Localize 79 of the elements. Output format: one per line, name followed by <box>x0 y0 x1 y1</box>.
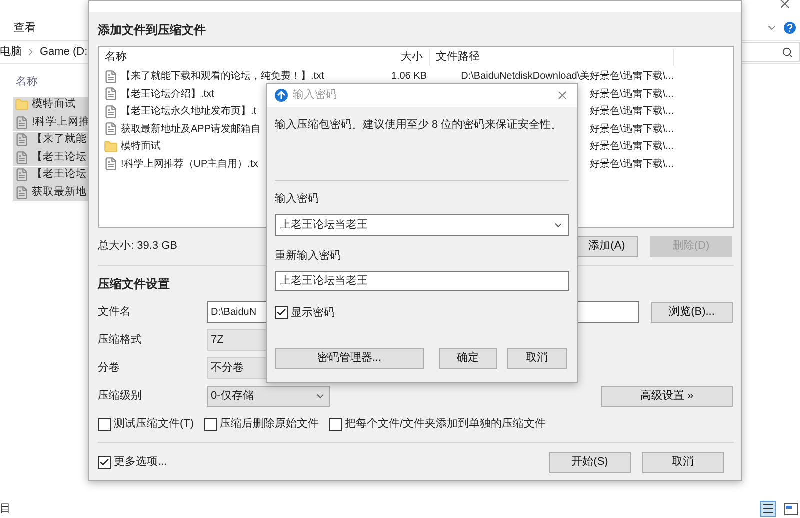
file-item[interactable]: 【老王论坛 <box>13 166 89 184</box>
field-label: 分卷 <box>98 360 121 376</box>
column-header[interactable]: 大小 <box>355 49 430 66</box>
details-view-icon[interactable] <box>760 501 776 517</box>
app-icon <box>275 89 288 102</box>
document-icon <box>15 116 29 130</box>
help-icon[interactable] <box>782 20 798 36</box>
breadcrumb-item[interactable]: 电脑 <box>0 44 22 60</box>
password-manager-button[interactable]: 密码管理器... <box>275 348 424 369</box>
file-name: !科学上网推荐（UP主自用）.tx <box>121 158 258 172</box>
document-icon <box>15 168 29 182</box>
file-item[interactable]: 模特面试 <box>13 96 89 114</box>
field-label: 文件名 <box>98 304 132 320</box>
folder-icon <box>15 98 29 112</box>
section-heading: 添加文件到压缩文件 <box>98 22 206 38</box>
file-path: D:\BaiduNetdiskDownload\美好景色\迅雷下载\... <box>461 70 674 84</box>
cancel-button[interactable]: 取消 <box>642 452 724 473</box>
checkbox[interactable] <box>98 418 111 430</box>
checkbox-label[interactable]: 显示密码 <box>291 304 335 321</box>
document-icon <box>104 87 118 102</box>
select-field[interactable]: 7Z <box>207 329 267 351</box>
browse-button[interactable]: 浏览(B)... <box>651 302 733 322</box>
menu-item[interactable]: 查看 <box>14 20 36 36</box>
document-icon <box>104 70 118 84</box>
file-name: 【来了就能下载和观看的论坛，纯免费！】.txt <box>121 70 324 84</box>
search-icon <box>782 46 793 58</box>
field-label: 压缩格式 <box>98 332 143 348</box>
field-label: 输入密码 <box>275 192 320 206</box>
file-item[interactable]: 【来了就能 <box>13 132 89 148</box>
ok-button[interactable]: 确定 <box>439 348 497 369</box>
dropdown-field[interactable]: 0-仅存储 <box>207 386 330 406</box>
document-icon <box>104 157 118 172</box>
breadcrumb-item[interactable]: Game (D: <box>40 44 88 60</box>
tiles-view-icon[interactable] <box>784 503 798 515</box>
dialog-title: 输入密码 <box>293 88 337 104</box>
document-icon <box>15 150 29 164</box>
add-button[interactable]: 添加(A) <box>576 236 638 257</box>
advanced-settings-button[interactable]: 高级设置 » <box>601 386 733 406</box>
total-size: 总大小: 39.3 GB <box>98 239 178 254</box>
close-icon[interactable] <box>556 89 569 102</box>
file-path: 好景色\迅雷下载\... <box>590 88 674 102</box>
file-item[interactable]: !科学上网推 <box>13 114 89 131</box>
checkbox[interactable] <box>275 306 288 320</box>
column-header[interactable]: 文件路径 <box>430 49 674 66</box>
checkbox[interactable] <box>204 418 218 430</box>
checkbox-label[interactable]: 把每个文件/文件夹添加到单独的压缩文件 <box>345 416 546 432</box>
file-path: 好景色\迅雷下载\... <box>590 158 674 172</box>
file-item[interactable]: 获取最新地 <box>13 184 89 201</box>
start-button[interactable]: 开始(S) <box>549 452 631 473</box>
file-path: 好景色\迅雷下载\... <box>590 122 674 137</box>
file-item[interactable]: 【老王论坛 <box>13 149 89 166</box>
instruction-text: 输入压缩包密码。建议使用至少 8 位的密码来保证安全性。 <box>275 118 564 133</box>
status-text: 目 <box>0 502 11 517</box>
field-label: 重新输入密码 <box>275 248 342 264</box>
file-name: 【老王论坛永久地址发布页】.t <box>121 104 257 120</box>
cancel-button[interactable]: 取消 <box>507 348 567 369</box>
password-field[interactable]: 上老王论坛当老王 <box>275 214 569 236</box>
folder-icon <box>104 140 118 154</box>
file-path: 好景色\迅雷下载\... <box>590 104 674 120</box>
checkbox-label[interactable]: 更多选项... <box>114 454 168 471</box>
checkbox[interactable] <box>98 456 111 469</box>
confirm-password-field[interactable]: 上老王论坛当老王 <box>275 270 569 290</box>
checkbox-label[interactable]: 测试压缩文件(T) <box>114 416 194 432</box>
checkbox-label[interactable]: 压缩后删除原始文件 <box>220 416 320 432</box>
file-size: 1.06 KB <box>391 70 427 84</box>
document-icon <box>15 186 29 200</box>
field-label: 压缩级别 <box>98 388 143 404</box>
file-name: 模特面试 <box>121 140 161 154</box>
file-name: 【老王论坛介绍】.txt <box>121 88 214 102</box>
document-icon <box>104 122 118 136</box>
file-name: 获取最新地址及APP请发邮箱自 <box>121 122 262 137</box>
select-field[interactable]: 不分卷 <box>207 357 267 379</box>
section-heading: 压缩文件设置 <box>98 276 170 292</box>
file-path: 好景色\迅雷下载\... <box>590 140 674 154</box>
document-icon <box>15 133 29 147</box>
document-icon <box>104 104 118 119</box>
checkbox[interactable] <box>329 418 342 430</box>
column-header[interactable]: 名称 <box>99 49 355 66</box>
close-icon[interactable] <box>778 0 792 11</box>
